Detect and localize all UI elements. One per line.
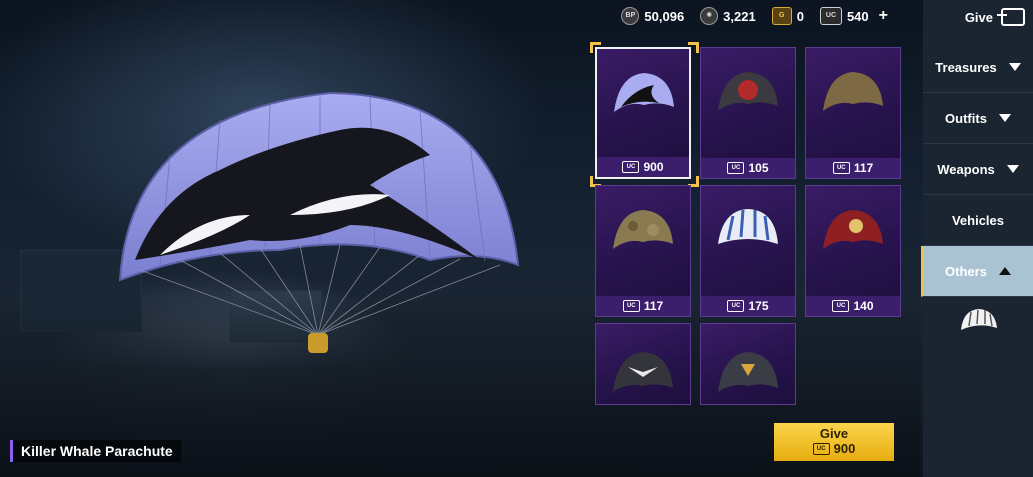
sidebar-item-outfits[interactable]: Outfits bbox=[923, 93, 1033, 144]
parachute-preview[interactable] bbox=[100, 75, 660, 435]
parachute-thumb bbox=[718, 209, 778, 244]
bp-icon: BP bbox=[621, 7, 640, 25]
chevron-down-icon bbox=[998, 114, 1011, 122]
uc-balance: UC 540 bbox=[819, 7, 869, 25]
chevron-down-icon bbox=[1006, 165, 1019, 173]
item-card-striped[interactable]: UC 175 bbox=[700, 185, 796, 317]
give-button-price: UC 900 bbox=[774, 441, 894, 456]
uc-icon: UC bbox=[819, 7, 842, 25]
item-price: UC 175 bbox=[701, 296, 795, 316]
sidebar-item-weapons[interactable]: Weapons bbox=[923, 144, 1033, 195]
item-price: UC 105 bbox=[701, 158, 795, 178]
item-price: UC 140 bbox=[806, 296, 900, 316]
silver-fragment-icon: ✺ bbox=[700, 7, 719, 25]
gold-balance: G 0 bbox=[771, 7, 804, 25]
chevron-up-icon bbox=[998, 267, 1011, 275]
item-card-winged-emblem[interactable] bbox=[595, 323, 691, 405]
uc-icon: UC bbox=[812, 442, 830, 455]
add-currency-button[interactable]: + bbox=[879, 7, 888, 25]
parachute-thumb bbox=[718, 352, 778, 392]
give-header-button[interactable]: Give bbox=[965, 8, 1025, 26]
selection-corner bbox=[688, 42, 699, 53]
item-card-red-crest[interactable]: UC 140 bbox=[805, 185, 901, 317]
bp-balance: BP 50,096 bbox=[621, 7, 684, 25]
item-price: UC 117 bbox=[596, 296, 690, 316]
item-price: UC 117 bbox=[806, 158, 900, 178]
item-title: Killer Whale Parachute bbox=[10, 440, 181, 462]
parachute-thumb bbox=[614, 73, 674, 112]
item-card-desert-camo[interactable]: UC 117 bbox=[595, 185, 691, 317]
uc-icon: UC bbox=[727, 300, 745, 312]
give-button-label: Give bbox=[819, 426, 849, 441]
item-price: UC 900 bbox=[597, 157, 689, 177]
parachute-thumb bbox=[613, 352, 673, 392]
item-card-sand-camo[interactable]: UC 117 bbox=[805, 47, 901, 179]
parachute-subcategory-icon[interactable] bbox=[959, 306, 999, 336]
chevron-down-icon bbox=[1008, 63, 1021, 71]
sidebar-item-treasures[interactable]: Treasures bbox=[923, 42, 1033, 93]
uc-icon: UC bbox=[832, 162, 850, 174]
parachute-thumb bbox=[613, 210, 673, 249]
uc-icon: UC bbox=[727, 162, 745, 174]
uc-icon: UC bbox=[832, 300, 850, 312]
category-sidebar: Give Treasures Outfits Weapons Vehicles … bbox=[921, 0, 1033, 477]
currency-bar: BP 50,096 ✺ 3,221 G 0 UC 540 + bbox=[611, 7, 888, 25]
parachute-thumb bbox=[823, 72, 883, 111]
uc-icon: UC bbox=[622, 300, 640, 312]
silver-balance: ✺ 3,221 bbox=[700, 7, 756, 25]
sidebar-item-others[interactable]: Others bbox=[921, 246, 1033, 297]
sidebar-item-vehicles[interactable]: Vehicles bbox=[923, 195, 1033, 246]
gold-coin-icon: G bbox=[771, 7, 792, 25]
uc-icon: UC bbox=[622, 161, 640, 173]
give-button[interactable]: Give UC 900 bbox=[774, 423, 894, 461]
gift-exit-icon bbox=[997, 8, 1025, 26]
selection-corner bbox=[590, 42, 601, 53]
item-card-red-emblem[interactable]: UC 105 bbox=[700, 47, 796, 179]
parachute-thumb bbox=[718, 72, 778, 111]
item-card-gold-emblem[interactable] bbox=[700, 323, 796, 405]
parachute-thumb bbox=[823, 210, 883, 249]
item-card-killer-whale[interactable]: UC 900 bbox=[595, 47, 691, 179]
item-title-text: Killer Whale Parachute bbox=[21, 443, 173, 459]
